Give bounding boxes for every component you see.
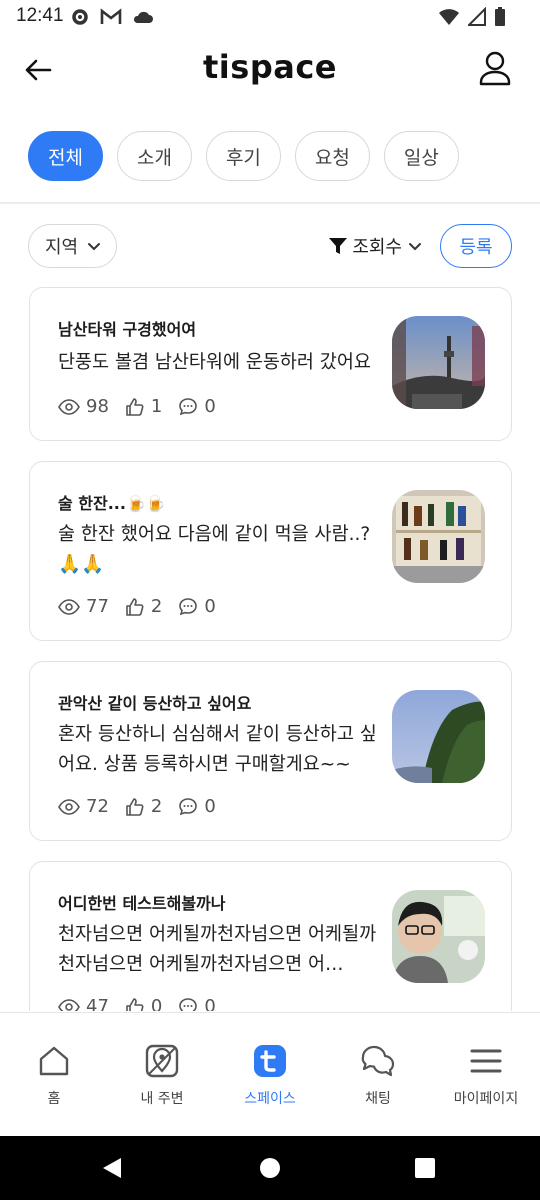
thumbs-up-icon bbox=[126, 397, 144, 416]
post-stats: 77 2 0 bbox=[58, 596, 232, 617]
post-stats: 72 2 0 bbox=[58, 796, 232, 817]
app-bar: tispace bbox=[0, 34, 540, 106]
signal-icon bbox=[468, 7, 486, 26]
comment-icon bbox=[179, 997, 198, 1011]
tispace-icon bbox=[254, 1045, 286, 1077]
home-icon bbox=[39, 1046, 69, 1076]
view-count: 98 bbox=[86, 396, 109, 417]
category-chip-all[interactable]: 전체 bbox=[28, 131, 103, 181]
filter-row: 지역 조회수 등록 bbox=[28, 224, 512, 268]
menu-icon bbox=[470, 1049, 502, 1073]
category-chip-review[interactable]: 후기 bbox=[205, 131, 281, 181]
comment-count: 0 bbox=[204, 596, 216, 617]
nav-label: 내 주변 bbox=[140, 1091, 184, 1107]
post-title: 관악산 같이 등산하고 싶어요 bbox=[58, 694, 252, 713]
comment-count: 0 bbox=[204, 396, 216, 417]
comment-icon bbox=[179, 797, 198, 815]
thumbs-up-icon bbox=[126, 997, 144, 1011]
like-count: 2 bbox=[150, 796, 163, 817]
post-card[interactable]: 남산타워 구경했어여 단풍도 볼겸 남산타워에 운동하러 갔어요 98 1 0 bbox=[29, 287, 512, 441]
like-count: 0 bbox=[150, 996, 163, 1011]
chevron-down-icon bbox=[409, 243, 421, 251]
post-thumbnail bbox=[392, 690, 485, 783]
status-time: 12:41 bbox=[16, 5, 64, 26]
region-dropdown[interactable]: 지역 bbox=[28, 224, 118, 268]
gear-icon bbox=[72, 9, 88, 25]
register-button[interactable]: 등록 bbox=[440, 224, 512, 268]
category-tabs: 전체 소개 후기 요청 일상 bbox=[28, 131, 459, 181]
nav-mypage[interactable]: 마이페이지 bbox=[432, 1013, 540, 1137]
post-body: 술 한잔 했어요 다음에 같이 먹을 사람..? 🙏🙏 bbox=[58, 524, 371, 575]
home-circle-icon[interactable] bbox=[258, 1156, 282, 1180]
chevron-down-icon bbox=[88, 243, 101, 251]
comment-icon bbox=[179, 397, 198, 415]
eye-icon bbox=[58, 398, 80, 415]
nav-home[interactable]: 홈 bbox=[0, 1013, 108, 1137]
back-triangle-icon[interactable] bbox=[100, 1156, 124, 1180]
post-title: 남산타워 구경했어여 bbox=[58, 320, 197, 339]
like-count: 1 bbox=[150, 396, 163, 417]
gmail-icon bbox=[100, 8, 122, 24]
system-nav-bar bbox=[0, 1136, 540, 1200]
thumbs-up-icon bbox=[126, 797, 144, 816]
cloud-icon bbox=[133, 11, 153, 23]
eye-icon bbox=[58, 798, 80, 815]
post-title: 술 한잔...🍺🍺 bbox=[58, 494, 166, 513]
post-list: 남산타워 구경했어여 단풍도 볼겸 남산타워에 운동하러 갔어요 98 1 0 … bbox=[29, 287, 512, 1011]
post-body: 천자넘으면 어케될까천자넘으면 어케될까천자넘으면 어케될까천자넘으면 어… bbox=[58, 924, 377, 975]
post-stats: 98 1 0 bbox=[58, 396, 232, 417]
category-chip-request[interactable]: 요청 bbox=[294, 131, 370, 181]
divider bbox=[0, 202, 540, 204]
nav-label: 스페이스 bbox=[244, 1091, 296, 1107]
post-thumbnail bbox=[392, 316, 485, 409]
person-icon[interactable] bbox=[478, 50, 512, 86]
post-card[interactable]: 술 한잔...🍺🍺 술 한잔 했어요 다음에 같이 먹을 사람..? 🙏🙏 77… bbox=[29, 461, 512, 641]
nav-label: 홈 bbox=[47, 1091, 61, 1107]
view-count: 47 bbox=[86, 996, 109, 1011]
battery-icon bbox=[495, 7, 505, 26]
category-chip-daily[interactable]: 일상 bbox=[383, 131, 459, 181]
view-count: 72 bbox=[86, 796, 109, 817]
post-card[interactable]: 관악산 같이 등산하고 싶어요 혼자 등산하니 심심해서 같이 등산하고 싶어요… bbox=[29, 661, 512, 841]
chat-icon bbox=[361, 1045, 395, 1077]
recents-square-icon[interactable] bbox=[414, 1157, 436, 1179]
app-title: tispace bbox=[203, 48, 337, 86]
sort-dropdown[interactable]: 조회수 bbox=[328, 233, 424, 259]
eye-icon bbox=[58, 598, 80, 615]
wifi-icon bbox=[439, 9, 459, 25]
nav-chat[interactable]: 채팅 bbox=[324, 1013, 432, 1137]
comment-count: 0 bbox=[204, 796, 216, 817]
region-label: 지역 bbox=[45, 237, 79, 258]
post-stats: 47 0 0 bbox=[58, 996, 232, 1011]
filter-icon bbox=[329, 238, 348, 254]
post-body: 혼자 등산하니 심심해서 같이 등산하고 싶어요. 상품 등록하시면 구매할게요… bbox=[58, 724, 377, 775]
nav-label: 채팅 bbox=[365, 1091, 391, 1107]
nav-label: 마이페이지 bbox=[453, 1091, 519, 1107]
sort-label: 조회수 bbox=[352, 237, 402, 258]
post-card[interactable]: 어디한번 테스트해볼까나 천자넘으면 어케될까천자넘으면 어케될까천자넘으면 어… bbox=[29, 861, 512, 1011]
nav-space[interactable]: 스페이스 bbox=[216, 1013, 324, 1137]
view-count: 77 bbox=[86, 596, 109, 617]
comment-count: 0 bbox=[204, 996, 216, 1011]
nav-nearby[interactable]: 내 주변 bbox=[108, 1013, 216, 1137]
post-thumbnail bbox=[392, 890, 485, 983]
status-bar: 12:41 bbox=[0, 0, 540, 34]
thumbs-up-icon bbox=[126, 597, 144, 616]
post-body: 단풍도 볼겸 남산타워에 운동하러 갔어요 bbox=[58, 352, 371, 373]
post-thumbnail bbox=[392, 490, 485, 583]
like-count: 2 bbox=[150, 596, 163, 617]
post-title: 어디한번 테스트해볼까나 bbox=[58, 894, 226, 913]
category-chip-intro[interactable]: 소개 bbox=[116, 131, 192, 181]
comment-icon bbox=[179, 597, 198, 615]
eye-icon bbox=[58, 998, 80, 1011]
bottom-nav: 홈 내 주변 스페이스 채팅 마이페이지 bbox=[0, 1012, 540, 1136]
map-pin-icon bbox=[145, 1044, 179, 1078]
